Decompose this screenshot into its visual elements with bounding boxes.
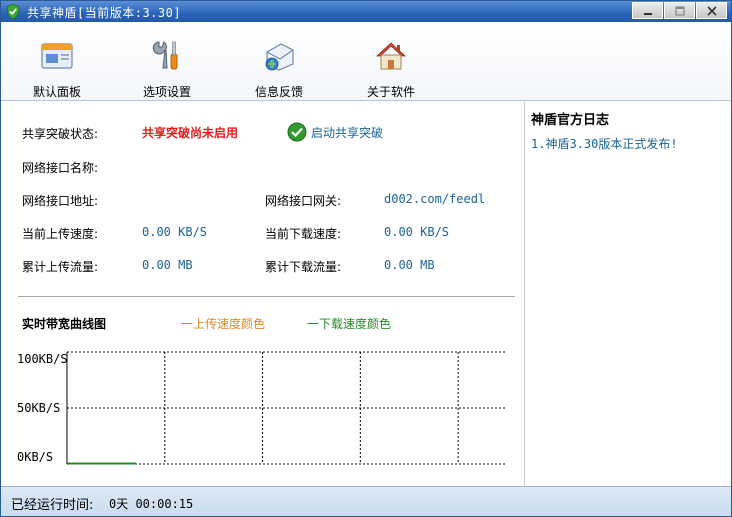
down-total-label: 累计下载流量: [265, 260, 342, 274]
main-window: 共享神盾[当前版本:3.30] 默认面板 选项设置 信息反馈 关于软件 共享突破… [0, 0, 732, 517]
title-bar[interactable]: 共享神盾[当前版本:3.30] [1, 1, 731, 22]
up-speed-label: 当前上传速度: [22, 227, 99, 241]
y-tick-label: 100KB/S [17, 352, 68, 366]
legend-download: 一下载速度颜色 [307, 317, 392, 331]
up-speed-value: 0.00 KB/S [142, 225, 208, 239]
divider [18, 296, 515, 297]
window-title: 共享神盾[当前版本:3.30] [27, 6, 182, 20]
toolbar-default-panel[interactable]: 默认面板 [1, 22, 113, 101]
maximize-button[interactable] [664, 2, 695, 19]
minimize-icon [643, 12, 652, 15]
enable-share-button[interactable]: 启动共享突破 [287, 122, 383, 142]
panel-icon [41, 43, 73, 69]
up-total-label: 累计上传流量: [22, 260, 99, 274]
feedback-icon [265, 43, 294, 71]
tools-icon [152, 41, 178, 70]
down-speed-label: 当前下载速度: [265, 227, 342, 241]
y-tick-label: 0KB/S [17, 450, 54, 464]
share-status-value: 共享突破尚未启用 [142, 126, 239, 140]
up-total-value: 0.00 MB [142, 258, 193, 272]
toolbar-feedback[interactable]: 信息反馈 [223, 22, 335, 101]
maximize-icon [674, 5, 685, 16]
minimize-button[interactable] [632, 2, 663, 19]
status-panel: 共享突破状态: 共享突破尚未启用 启动共享突破 网络接口名称: 网络接口地址: … [1, 102, 524, 486]
enable-share-label: 启动共享突破 [311, 125, 384, 140]
down-total-value: 0.00 MB [384, 258, 435, 272]
close-icon [706, 5, 717, 16]
runtime-value: 0天 00:00:15 [109, 497, 194, 511]
runtime-label: 已经运行时间: [11, 498, 94, 513]
toolbar-settings[interactable]: 选项设置 [111, 22, 223, 101]
news-item[interactable]: 1.神盾3.30版本正式发布! [531, 135, 678, 152]
iface-addr-label: 网络接口地址: [22, 194, 99, 208]
close-button[interactable] [696, 2, 727, 19]
iface-name-label: 网络接口名称: [22, 161, 99, 175]
share-status-label: 共享突破状态: [22, 127, 99, 141]
down-speed-value: 0.00 KB/S [384, 225, 450, 239]
house-icon [375, 42, 407, 70]
gateway-value: d002.com/feedl [384, 192, 486, 206]
chart-title: 实时带宽曲线图 [22, 317, 107, 331]
shield-icon [6, 4, 20, 19]
check-icon [287, 122, 307, 142]
toolbar-label: 默认面板 [32, 85, 81, 99]
y-tick-label: 50KB/S [17, 401, 61, 415]
toolbar-about[interactable]: 关于软件 [335, 22, 447, 101]
toolbar-label: 信息反馈 [254, 85, 303, 99]
gateway-label: 网络接口网关: [265, 194, 342, 208]
news-title: 神盾官方日志 [531, 113, 610, 128]
toolbar-label: 选项设置 [142, 85, 191, 99]
status-bar: 已经运行时间: 0天 00:00:15 [1, 486, 731, 516]
news-panel: 神盾官方日志 1.神盾3.30版本正式发布! [524, 102, 731, 486]
toolbar: 默认面板 选项设置 信息反馈 关于软件 [1, 22, 731, 101]
legend-upload: 一上传速度颜色 [181, 317, 266, 331]
toolbar-label: 关于软件 [366, 85, 415, 99]
